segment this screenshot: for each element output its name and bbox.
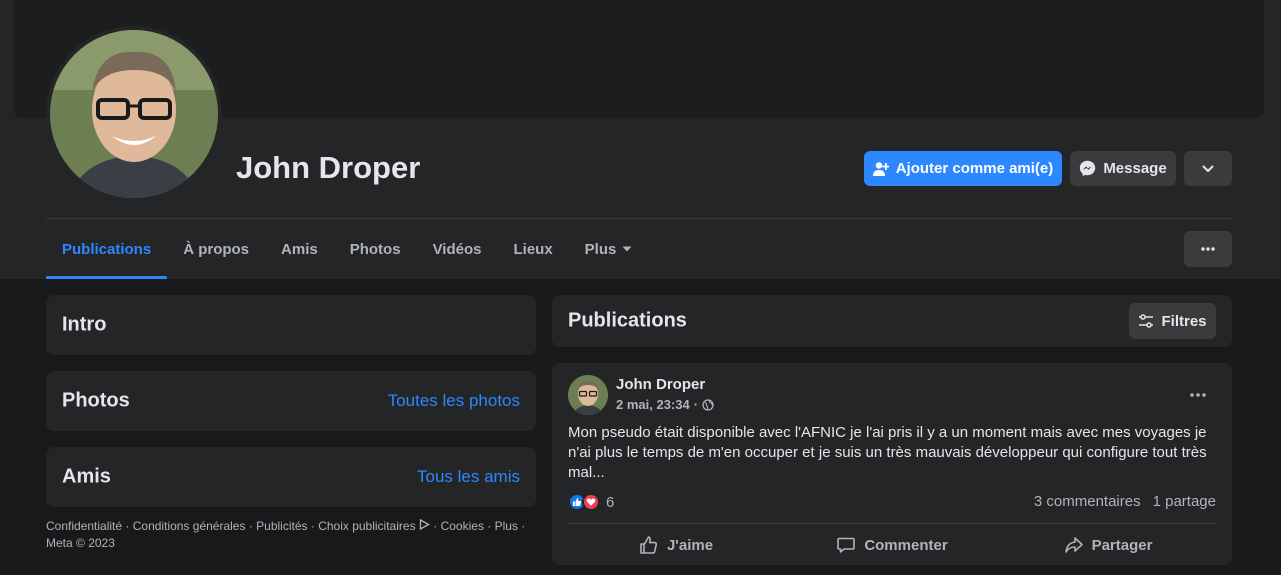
ad-choices-icon <box>419 518 430 531</box>
friends-title: Amis <box>62 465 111 488</box>
intro-title: Intro <box>62 313 107 336</box>
post-actions: J'aime Commenter Partager <box>568 527 1216 563</box>
footer-links: Confidentialité · Conditions générales ·… <box>46 518 526 550</box>
add-friend-label: Ajouter comme ami(e) <box>895 160 1054 177</box>
post-reactions[interactable]: 6 <box>568 493 614 511</box>
publications-header-card: Publications Filtres <box>552 295 1232 347</box>
photos-card: Photos Toutes les photos <box>46 371 536 431</box>
share-label: Partager <box>1091 536 1153 554</box>
chevron-down-icon <box>1202 165 1214 172</box>
post-options-button[interactable] <box>1180 377 1216 413</box>
post-author-name[interactable]: John Droper <box>616 376 705 393</box>
tab-photos[interactable]: Photos <box>334 219 417 279</box>
post-text: Mon pseudo était disponible avec l'AFNIC… <box>568 424 1207 481</box>
all-friends-link[interactable]: Tous les amis <box>417 467 520 487</box>
profile-tabs: Publications À propos Amis Photos Vidéos… <box>46 219 648 279</box>
tab-more[interactable]: Plus <box>569 219 649 279</box>
profile-more-button[interactable] <box>1184 151 1232 186</box>
tab-about[interactable]: À propos <box>167 219 265 279</box>
tab-publications[interactable]: Publications <box>46 219 168 279</box>
like-button[interactable]: J'aime <box>568 527 784 563</box>
tab-places[interactable]: Lieux <box>497 219 568 279</box>
add-friend-button[interactable]: Ajouter comme ami(e) <box>864 151 1062 186</box>
comment-label: Commenter <box>864 536 948 554</box>
post-timestamp[interactable]: 2 mai, 23:34 <box>616 397 690 412</box>
footer-cookies-link[interactable]: Cookies <box>441 519 484 533</box>
comments-count[interactable]: 3 commentaires <box>1034 493 1141 510</box>
profile-avatar[interactable] <box>46 26 222 202</box>
reaction-count[interactable]: 6 <box>606 494 614 511</box>
share-icon <box>1064 537 1083 553</box>
friends-card: Amis Tous les amis <box>46 447 536 507</box>
ellipsis-icon <box>1201 247 1215 251</box>
publications-title: Publications <box>568 309 687 332</box>
message-label: Message <box>1103 160 1167 177</box>
tabs-more-options-button[interactable] <box>1184 231 1232 267</box>
message-button[interactable]: Message <box>1070 151 1176 186</box>
love-reaction-icon <box>582 493 600 511</box>
like-label: J'aime <box>666 536 714 554</box>
add-friend-icon <box>872 161 889 176</box>
all-photos-link[interactable]: Toutes les photos <box>388 391 520 411</box>
comment-button[interactable]: Commenter <box>784 527 1000 563</box>
thumbs-up-icon <box>640 536 658 554</box>
photos-title: Photos <box>62 389 130 412</box>
share-button[interactable]: Partager <box>1000 527 1216 563</box>
intro-card: Intro <box>46 295 536 355</box>
comment-icon <box>837 537 856 553</box>
globe-icon <box>702 398 714 411</box>
post-author-avatar[interactable] <box>568 375 608 415</box>
footer-ads-link[interactable]: Publicités <box>256 519 307 533</box>
footer-terms-link[interactable]: Conditions générales <box>133 519 246 533</box>
post-card: John Droper 2 mai, 23:34 · Mon pseudo ét… <box>552 363 1232 565</box>
tab-friends[interactable]: Amis <box>265 219 334 279</box>
profile-name: John Droper <box>236 150 421 185</box>
ellipsis-icon <box>1190 393 1206 397</box>
shares-count[interactable]: 1 partage <box>1153 493 1216 510</box>
messenger-icon <box>1080 160 1096 177</box>
post-stats: 3 commentaires 1 partage <box>1034 493 1216 510</box>
footer-more-link[interactable]: Plus <box>495 519 518 533</box>
caret-down-icon <box>622 246 632 252</box>
filters-icon <box>1139 314 1154 328</box>
footer-privacy-link[interactable]: Confidentialité <box>46 519 122 533</box>
filters-button[interactable]: Filtres <box>1129 303 1216 339</box>
post-meta: 2 mai, 23:34 · <box>616 397 714 412</box>
tab-videos[interactable]: Vidéos <box>417 219 498 279</box>
footer-copyright: Meta © 2023 <box>46 536 115 550</box>
filters-label: Filtres <box>1161 312 1207 330</box>
post-actions-divider <box>568 523 1216 524</box>
footer-ad-choices-link[interactable]: Choix publicitaires <box>318 519 415 533</box>
